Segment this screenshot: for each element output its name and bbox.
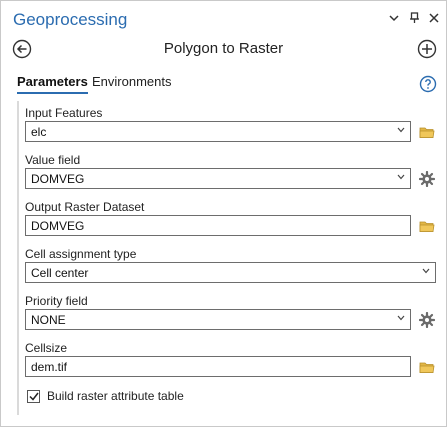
tool-title: Polygon to Raster <box>163 40 284 57</box>
value-field-label: Value field <box>25 153 81 167</box>
build-rat-checkbox[interactable] <box>27 389 40 403</box>
tab-parameters[interactable]: Parameters <box>17 74 88 94</box>
tool-header: Polygon to Raster <box>1 35 446 65</box>
priority-field-value: NONE <box>31 313 66 327</box>
cellsize-value: dem.tif <box>31 360 68 374</box>
chevron-down-icon[interactable] <box>397 172 405 182</box>
chevron-down-icon[interactable] <box>397 313 405 323</box>
chevron-down-icon[interactable] <box>397 125 405 135</box>
folder-icon <box>419 127 435 138</box>
browse-folder-button[interactable] <box>418 358 436 376</box>
browse-folder-button[interactable] <box>418 123 436 141</box>
pin-icon[interactable] <box>408 11 420 25</box>
cellsize-field[interactable]: dem.tif <box>25 356 411 377</box>
folder-icon <box>419 221 435 232</box>
priority-field-label: Priority field <box>25 294 88 308</box>
value-field-value: DOMVEG <box>31 172 85 186</box>
plus-circle-icon <box>417 39 437 59</box>
gear-icon <box>419 312 435 328</box>
input-features-field[interactable]: elc <box>25 121 411 142</box>
cellsize-label: Cellsize <box>25 341 68 355</box>
chevron-down-icon[interactable] <box>422 266 430 276</box>
add-tool-button[interactable] <box>417 39 437 59</box>
folder-icon <box>419 362 435 373</box>
browse-folder-button[interactable] <box>418 217 436 235</box>
close-icon[interactable] <box>428 11 440 25</box>
cell-assignment-label: Cell assignment type <box>25 247 137 261</box>
build-rat-label: Build raster attribute table <box>47 389 184 403</box>
checkmark-icon <box>28 392 39 401</box>
help-button[interactable] <box>419 75 437 93</box>
gear-icon <box>419 171 435 187</box>
input-features-label: Input Features <box>25 106 103 120</box>
value-field-settings-button[interactable] <box>418 170 436 188</box>
parameters-panel: Input Features elc Value field DOMVEG Ou… <box>17 101 440 415</box>
value-field-select[interactable]: DOMVEG <box>25 168 411 189</box>
output-raster-label: Output Raster Dataset <box>25 200 145 214</box>
cell-assignment-value: Cell center <box>31 266 89 280</box>
geoprocessing-pane: Geoprocessing Polygon to Raster Paramete… <box>0 0 447 427</box>
priority-field-select[interactable]: NONE <box>25 309 411 330</box>
priority-field-settings-button[interactable] <box>418 311 436 329</box>
window-controls <box>388 11 440 25</box>
input-features-value: elc <box>31 125 47 139</box>
tab-bar: Parameters Environments <box>1 71 446 95</box>
output-raster-field[interactable]: DOMVEG <box>25 215 411 236</box>
build-rat-option[interactable]: Build raster attribute table <box>27 388 184 404</box>
tab-environments[interactable]: Environments <box>92 74 171 89</box>
pane-title: Geoprocessing <box>13 10 128 29</box>
output-raster-value: DOMVEG <box>31 219 85 233</box>
options-dropdown-icon[interactable] <box>388 11 400 25</box>
help-icon <box>419 75 437 93</box>
pane-titlebar: Geoprocessing <box>1 1 446 35</box>
cell-assignment-select[interactable]: Cell center <box>25 262 436 283</box>
